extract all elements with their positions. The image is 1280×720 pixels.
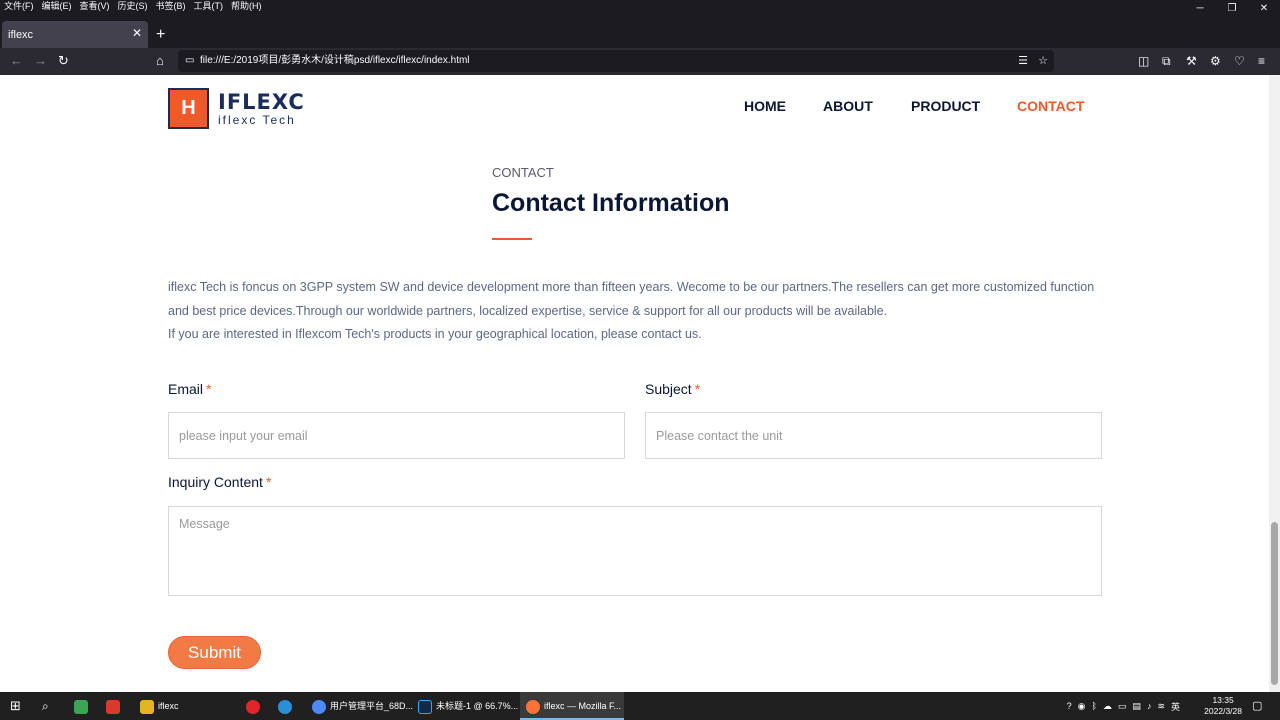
email-label-text: Email [168,381,204,397]
display-icon[interactable]: ▭ [1118,701,1127,712]
required-mark: * [206,381,212,397]
email-label: Email * [168,381,211,397]
menu-edit[interactable]: 编辑(E) [38,0,76,13]
taskbar-label: 未标题-1 @ 66.7%... [436,701,519,711]
site-navigation: HOME ABOUT PRODUCT CONTACT [0,97,1269,117]
intro-paragraph-1: iflexc Tech is foncus on 3GPP system SW … [168,280,1095,318]
taskbar-photoshop[interactable]: 未标题-1 @ 66.7%... [414,692,519,720]
reader-view-icon[interactable]: ☰ [1018,50,1028,72]
hamburger-menu-icon[interactable]: ≡ [1258,52,1265,70]
edge-icon[interactable] [278,692,296,720]
taskbar-folder-iflexc[interactable]: iflexc [136,692,232,720]
menu-history[interactable]: 历史(S) [114,0,152,13]
menu-view[interactable]: 查看(V) [76,0,114,13]
submit-button[interactable]: Submit [168,636,261,669]
clock-date: 2022/3/28 [1204,706,1242,716]
clock-time: 13:35 [1212,695,1234,705]
tab-title: iflexc [8,28,34,41]
gear-icon[interactable]: ⚙ [1210,52,1221,70]
email-input[interactable] [168,412,625,459]
scrollbar-thumb[interactable] [1271,522,1278,685]
url-bar[interactable]: ▭ file:///E:/2019项目/彭勇水木/设计稿psd/iflexc/i… [178,50,1054,72]
taskbar-label: 用户管理平台_68D... [330,701,414,711]
pocket-icon[interactable]: ♡ [1234,52,1245,70]
app-icon-1[interactable] [74,692,92,720]
page-info-icon[interactable]: ▭ [185,50,194,72]
intro-text: iflexc Tech is foncus on 3GPP system SW … [168,276,1098,347]
tab-strip: iflexc ✕ + [0,13,1280,48]
url-text: file:///E:/2019项目/彭勇水木/设计稿psd/iflexc/ifl… [200,55,470,66]
title-underline [492,238,532,240]
menu-file[interactable]: 文件(F) [0,0,38,13]
page-scrollbar[interactable] [1269,75,1280,692]
inquiry-label: Inquiry Content * [168,474,271,490]
browser-menubar: 文件(F) 编辑(E) 查看(V) 历史(S) 书签(B) 工具(T) 帮助(H… [0,0,1280,13]
taskbar-firefox[interactable]: iflexc — Mozilla F... [520,692,624,720]
tab-iflexc[interactable]: iflexc ✕ [2,21,148,48]
intro-paragraph-2: If you are interested in Iflexcom Tech's… [168,327,702,341]
taskbar-chrome[interactable]: 用户管理平台_68D... [308,692,414,720]
bluetooth-icon[interactable]: ᛒ [1092,701,1097,711]
back-icon[interactable]: ← [10,52,23,70]
windows-start-icon[interactable]: ⊞ [10,692,21,720]
nav-product[interactable]: PRODUCT [911,97,980,115]
wechat-icon[interactable]: ◉ [1078,701,1086,712]
search-icon[interactable]: ⌕ [42,692,49,720]
menu-tools[interactable]: 工具(T) [190,0,228,13]
menu-bookmarks[interactable]: 书签(B) [152,0,190,13]
required-mark: * [694,381,701,397]
menu-help[interactable]: 帮助(H) [227,0,266,13]
app-icon-2[interactable] [106,692,124,720]
page-title: Contact Information [492,189,730,217]
wrench-icon[interactable]: ⚒ [1186,52,1197,70]
system-tray: ? ◉ ᛒ ☁ ▭ ▤ ♪ ≋ 英 [1067,692,1180,720]
wifi-icon[interactable]: ≋ [1157,701,1165,712]
ime-indicator[interactable]: 英 [1171,700,1180,713]
network-icon[interactable]: ▤ [1132,701,1141,712]
subject-label: Subject * [645,381,700,397]
reload-icon[interactable]: ↻ [58,52,69,70]
windows-taskbar: ⊞ ⌕ iflexc 用户管理平台_68D... 未标题-1 @ 66.7%..… [0,692,1280,720]
message-textarea[interactable] [168,506,1102,596]
volume-icon[interactable]: ♪ [1147,701,1152,711]
page-viewport: H IFLEXC iflexc Tech HOME ABOUT PRODUCT … [0,75,1269,692]
help-icon[interactable]: ? [1067,701,1072,711]
taskbar-label: iflexc [158,701,179,711]
nav-contact[interactable]: CONTACT [1017,97,1084,115]
section-eyebrow: CONTACT [492,165,554,180]
bookmark-star-icon[interactable]: ☆ [1038,50,1048,72]
nav-about[interactable]: ABOUT [823,97,873,115]
browser-navbar: ← → ↻ ⌂ ▭ file:///E:/2019项目/彭勇水木/设计稿psd/… [0,48,1280,75]
system-clock[interactable]: 13:35 2022/3/28 [1204,695,1242,717]
taskbar-label: iflexc — Mozilla F... [544,701,622,711]
subject-input[interactable] [645,412,1102,459]
screenshot-icon[interactable]: ⧉ [1162,52,1171,70]
opera-icon[interactable] [246,692,264,720]
new-tab-icon[interactable]: + [156,25,165,45]
tab-close-icon[interactable]: ✕ [132,26,142,40]
home-icon[interactable]: ⌂ [156,52,164,70]
forward-icon[interactable]: → [34,52,47,70]
nav-home[interactable]: HOME [744,97,786,115]
cloud-icon[interactable]: ☁ [1103,701,1112,712]
subject-label-text: Subject [645,381,692,397]
required-mark: * [265,474,272,490]
sidebar-icon[interactable]: ◫ [1138,52,1149,70]
notification-icon[interactable]: ▢ [1252,692,1262,720]
inquiry-label-text: Inquiry Content [168,474,263,490]
